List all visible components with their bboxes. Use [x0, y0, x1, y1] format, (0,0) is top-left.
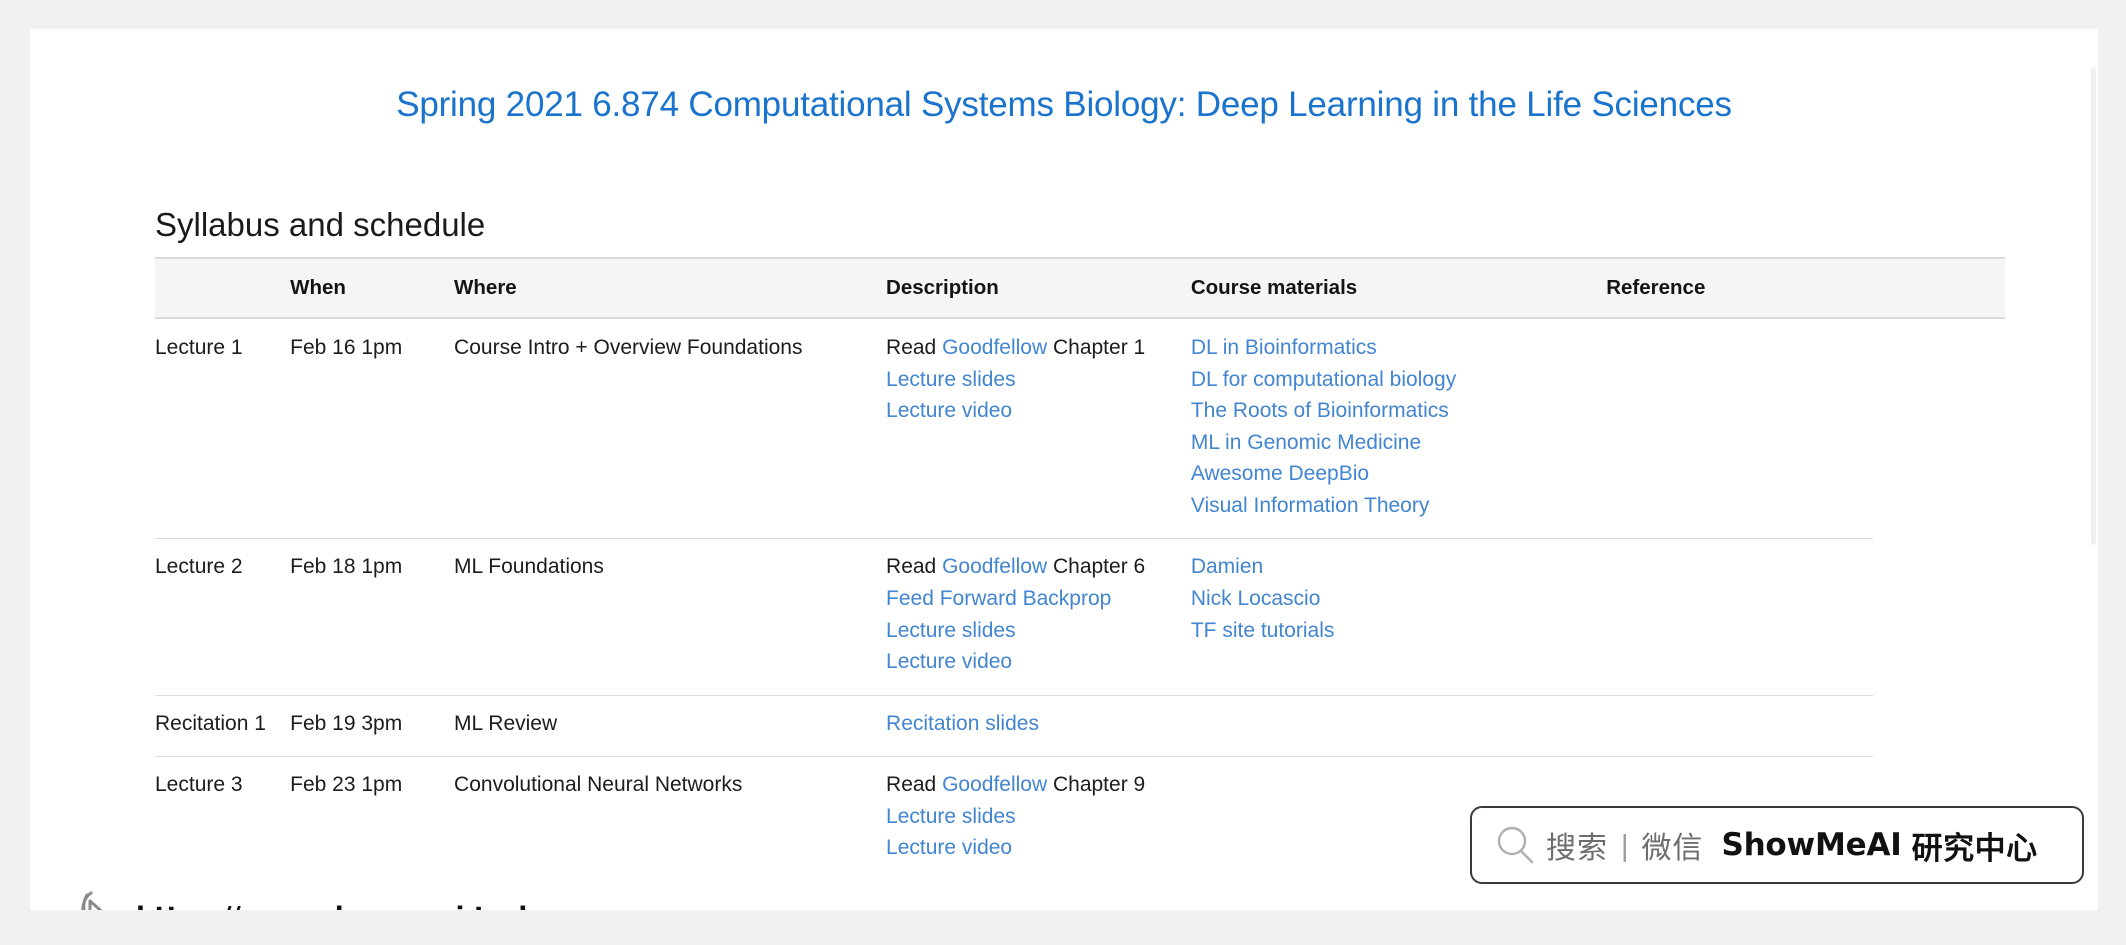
cell-line: Read Goodfellow Chapter 1 [886, 336, 1175, 361]
syllabus-schedule-table: When Where Description Course materials … [155, 257, 2005, 881]
resource-link[interactable]: Lecture video [886, 836, 1012, 859]
url-watermark: https://www.showmeai.tech [80, 891, 537, 910]
table-body: Lecture 1Feb 16 1pmCourse Intro + Overvi… [155, 318, 2005, 881]
resource-link[interactable]: DL in Bioinformatics [1191, 336, 1377, 359]
cell-when: Feb 19 3pm [290, 695, 454, 757]
cell-where: ML Review [454, 695, 886, 757]
column-header-reference: Reference [1606, 258, 2005, 318]
cell-course-materials: DL in Bioinformatics DL for computational… [1191, 318, 1606, 538]
watermark-brand-cn: 研究中心 [1912, 823, 2038, 868]
resource-link[interactable]: Recitation slides [886, 712, 1039, 735]
cell-where: ML Foundations [454, 538, 886, 694]
resource-link[interactable]: Feed Forward Backprop [886, 587, 1111, 610]
document-page: Spring 2021 6.874 Computational Systems … [30, 29, 2098, 910]
cell-course-materials [1191, 695, 1606, 757]
resource-link[interactable]: Awesome DeepBio [1191, 462, 1369, 485]
watermark-channel: 微信 [1641, 823, 1703, 867]
table-row: Lecture 1Feb 16 1pmCourse Intro + Overvi… [155, 318, 2005, 538]
static-text: Read [886, 555, 942, 578]
cell-line: Read Goodfellow Chapter 9 [886, 773, 1175, 798]
resource-link[interactable]: TF site tutorials [1191, 619, 1335, 642]
static-text: Read [886, 336, 942, 359]
cell-line: Lecture slides [886, 805, 1175, 830]
cell-course-materials: Damien Nick Locascio TF site tutorials [1191, 538, 1606, 694]
resource-link[interactable]: Goodfellow [942, 336, 1047, 359]
screenshot-viewport: Spring 2021 6.874 Computational Systems … [0, 0, 2126, 945]
cell-line: Read Goodfellow Chapter 6 [886, 555, 1175, 580]
cell-description: Read Goodfellow Chapter 1 Lecture slides L… [886, 318, 1191, 538]
page-title: Spring 2021 6.874 Computational Systems … [30, 85, 2098, 125]
url-watermark-text: https://www.showmeai.tech [136, 902, 537, 910]
resource-link[interactable]: The Roots of Bioinformatics [1191, 399, 1449, 422]
cell-line: Awesome DeepBio [1191, 462, 1590, 487]
column-header-where: Where [454, 258, 886, 318]
resource-link[interactable]: Lecture slides [886, 368, 1016, 391]
cell-line: The Roots of Bioinformatics [1191, 399, 1590, 424]
static-text: Read [886, 773, 942, 796]
cell-line: Lecture video [886, 650, 1175, 675]
cell-session-label: Lecture 3 [155, 756, 290, 881]
watermark-brand: ShowMeAI [1721, 827, 1901, 863]
resource-link[interactable]: DL for computational biology [1191, 368, 1456, 391]
static-text: Chapter 6 [1047, 555, 1145, 578]
cell-session-label: Recitation 1 [155, 695, 290, 757]
cell-session-label: Lecture 1 [155, 318, 290, 538]
cell-line: Lecture video [886, 836, 1175, 861]
resource-link[interactable]: ML in Genomic Medicine [1191, 431, 1421, 454]
cell-line: DL for computational biology [1191, 368, 1590, 393]
static-text: Chapter 1 [1047, 336, 1145, 359]
resource-link[interactable]: Lecture video [886, 399, 1012, 422]
cell-line: DL in Bioinformatics [1191, 336, 1590, 361]
resource-link[interactable]: Lecture slides [886, 805, 1016, 828]
search-icon [1494, 824, 1536, 866]
cell-when: Feb 16 1pm [290, 318, 454, 538]
column-header-index [155, 258, 290, 318]
column-header-description: Description [886, 258, 1191, 318]
cell-reference [1606, 538, 2005, 694]
table-header-row: When Where Description Course materials … [155, 258, 2005, 318]
cell-line: TF site tutorials [1191, 619, 1590, 644]
search-watermark-box: 搜索 | 微信 ShowMeAI 研究中心 [1470, 806, 2084, 884]
cell-reference [1606, 695, 2005, 757]
cell-when: Feb 18 1pm [290, 538, 454, 694]
cell-line: Nick Locascio [1191, 587, 1590, 612]
cell-line: Lecture slides [886, 619, 1175, 644]
cell-session-label: Lecture 2 [155, 538, 290, 694]
resource-link[interactable]: Visual Information Theory [1191, 494, 1430, 517]
cell-line: Lecture video [886, 399, 1175, 424]
table-header: When Where Description Course materials … [155, 258, 2005, 318]
resource-link[interactable]: Lecture video [886, 650, 1012, 673]
row-divider [155, 695, 1873, 696]
static-text: Chapter 9 [1047, 773, 1145, 796]
resource-link[interactable]: Nick Locascio [1191, 587, 1321, 610]
cell-description: Recitation slides [886, 695, 1191, 757]
row-divider [155, 756, 1873, 757]
resource-link[interactable]: Damien [1191, 555, 1263, 578]
search-placeholder-text: 搜索 [1546, 823, 1608, 867]
cell-line: Damien [1191, 555, 1590, 580]
cell-line: Lecture slides [886, 368, 1175, 393]
resource-link[interactable]: Lecture slides [886, 619, 1016, 642]
cell-line: Visual Information Theory [1191, 494, 1590, 519]
cell-where: Convolutional Neural Networks [454, 756, 886, 881]
cell-description: Read Goodfellow Chapter 9 Lecture slides L… [886, 756, 1191, 881]
resource-link[interactable]: Goodfellow [942, 555, 1047, 578]
page-scrollbar[interactable] [2091, 67, 2096, 545]
resource-link[interactable]: Goodfellow [942, 773, 1047, 796]
watermark-separator: | [1620, 829, 1629, 862]
cell-line: Recitation slides [886, 712, 1175, 737]
section-heading: Syllabus and schedule [155, 206, 485, 244]
cursor-arrow-icon [80, 891, 124, 910]
table-row: Recitation 1Feb 19 3pmML ReviewRecitatio… [155, 695, 2005, 757]
cell-line: ML in Genomic Medicine [1191, 431, 1590, 456]
row-divider [155, 538, 1873, 539]
table-row: Lecture 2Feb 18 1pmML FoundationsRead Go… [155, 538, 2005, 694]
cell-where: Course Intro + Overview Foundations [454, 318, 886, 538]
column-header-course-materials: Course materials [1191, 258, 1606, 318]
cell-when: Feb 23 1pm [290, 756, 454, 881]
cell-reference [1606, 318, 2005, 538]
cell-line: Feed Forward Backprop [886, 587, 1175, 612]
column-header-when: When [290, 258, 454, 318]
cell-description: Read Goodfellow Chapter 6 Feed Forward Ba… [886, 538, 1191, 694]
